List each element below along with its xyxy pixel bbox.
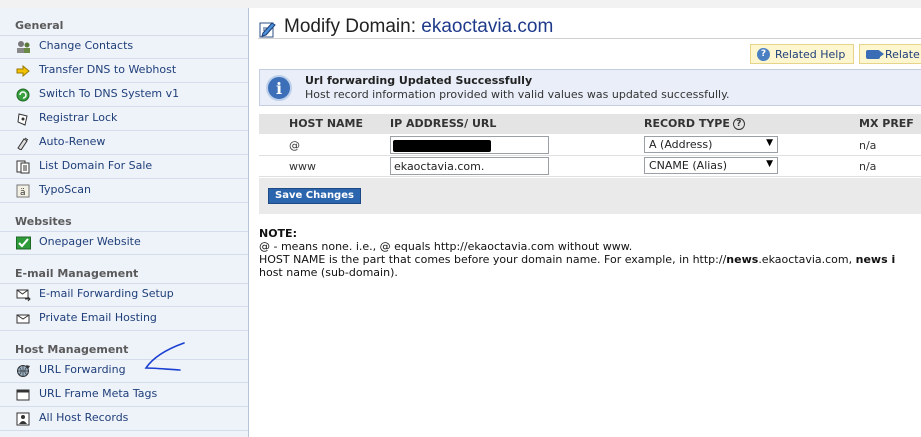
lock-icon bbox=[15, 112, 31, 126]
note-bold: news bbox=[726, 253, 759, 266]
table-row: www ekaoctavia.com. CNAME (Alias) ▼ n/a bbox=[259, 156, 921, 177]
annotation-arrow-icon bbox=[144, 342, 185, 371]
sidebar-item-label: E-mail Forwarding Setup bbox=[39, 287, 174, 300]
sidebar-item-label: Onepager Website bbox=[39, 235, 141, 248]
sidebar-item-label: Private Email Hosting bbox=[39, 311, 157, 324]
note-text: .ekaoctavia.com, bbox=[758, 253, 856, 266]
video-icon bbox=[866, 49, 884, 59]
related-help-label: Related Help bbox=[775, 47, 846, 61]
records-icon bbox=[15, 412, 31, 426]
dropdown-arrow-icon: ▼ bbox=[766, 159, 773, 169]
typoscan-icon: ä bbox=[15, 184, 31, 198]
sidebar-item-url-frame-meta[interactable]: URL Frame Meta Tags bbox=[0, 383, 248, 407]
col-host-name: HOST NAME bbox=[289, 117, 363, 130]
alert-title: Url forwarding Updated Successfully bbox=[305, 74, 533, 87]
info-icon: i bbox=[266, 75, 292, 101]
sidebar-item-label: Registrar Lock bbox=[39, 111, 118, 124]
frame-icon bbox=[15, 388, 31, 402]
note-text: HOST NAME is the part that comes before … bbox=[259, 253, 727, 266]
mx-pref-cell: n/a bbox=[859, 160, 877, 173]
ip-address-input[interactable] bbox=[390, 136, 549, 154]
sidebar-item-change-contacts[interactable]: Change Contacts bbox=[0, 35, 248, 59]
note-line: @ - means none. i.e., @ equals http://ek… bbox=[259, 240, 633, 253]
renew-icon bbox=[15, 136, 31, 150]
main-content: Modify Domain: ekaoctavia.com ? Related … bbox=[250, 8, 921, 437]
section-title-general: General bbox=[15, 19, 64, 32]
sidebar-item-label: Auto-Renew bbox=[39, 135, 106, 148]
ip-address-input[interactable]: ekaoctavia.com. bbox=[390, 157, 549, 175]
sidebar-item-label: Transfer DNS to Webhost bbox=[39, 63, 177, 76]
records-table-header: HOST NAME IP ADDRESS/ URL RECORD TYPE? M… bbox=[259, 114, 921, 134]
sidebar-item-typoscan[interactable]: ä TypoScan bbox=[0, 179, 248, 203]
sidebar-item-list-for-sale[interactable]: List Domain For Sale bbox=[0, 155, 248, 179]
sidebar-item-all-host-records[interactable]: All Host Records bbox=[0, 407, 248, 431]
sidebar-item-url-forwarding[interactable]: URL Forwarding bbox=[0, 359, 248, 383]
note-line: host name (sub-domain). bbox=[259, 266, 398, 279]
sidebar-item-switch-dns[interactable]: Switch To DNS System v1 bbox=[0, 83, 248, 107]
switch-icon bbox=[15, 88, 31, 102]
note-bold: news i bbox=[855, 253, 896, 266]
sidebar-item-label: List Domain For Sale bbox=[39, 159, 153, 172]
host-name-cell: www bbox=[289, 160, 316, 173]
save-bar: Save Changes bbox=[259, 178, 921, 214]
section-title-websites: Websites bbox=[15, 215, 72, 228]
page-title: Modify Domain: ekaoctavia.com bbox=[284, 16, 553, 38]
title-prefix: Modify Domain: bbox=[284, 16, 422, 37]
sidebar-item-label: URL Forwarding bbox=[39, 363, 126, 376]
related-video-button[interactable]: Relate bbox=[859, 44, 921, 64]
dropdown-arrow-icon: ▼ bbox=[766, 138, 773, 148]
sidebar: General Change Contacts Transfer DNS to … bbox=[0, 8, 249, 437]
table-row: @ A (Address) ▼ n/a bbox=[259, 135, 921, 156]
sidebar-item-label: All Host Records bbox=[39, 411, 129, 424]
col-record-type: RECORD TYPE? bbox=[644, 117, 745, 130]
sidebar-item-transfer-dns[interactable]: Transfer DNS to Webhost bbox=[0, 59, 248, 83]
sidebar-item-private-email[interactable]: Private Email Hosting bbox=[0, 307, 248, 331]
ip-address-value: ekaoctavia.com. bbox=[394, 160, 485, 173]
redaction-bar bbox=[393, 140, 491, 152]
section-title-email: E-mail Management bbox=[15, 267, 139, 280]
envelope-icon bbox=[15, 312, 31, 326]
note-line: HOST NAME is the part that comes before … bbox=[259, 253, 895, 266]
sale-icon bbox=[15, 160, 31, 174]
top-strip bbox=[0, 0, 921, 8]
sidebar-item-auto-renew[interactable]: Auto-Renew bbox=[0, 131, 248, 155]
title-divider bbox=[258, 38, 921, 39]
record-type-value: CNAME (Alias) bbox=[649, 159, 728, 172]
checkmark-icon bbox=[15, 236, 31, 250]
domain-name: ekaoctavia.com bbox=[421, 16, 554, 37]
sidebar-item-onepager[interactable]: Onepager Website bbox=[0, 231, 248, 255]
email-forward-icon bbox=[15, 288, 31, 302]
sidebar-item-email-forwarding[interactable]: E-mail Forwarding Setup bbox=[0, 283, 248, 307]
record-type-value: A (Address) bbox=[649, 138, 713, 151]
col-mx-pref: MX PREF bbox=[859, 117, 914, 130]
related-help-button[interactable]: ? Related Help bbox=[750, 44, 854, 64]
sidebar-item-label: Change Contacts bbox=[39, 39, 134, 52]
edit-domain-icon bbox=[259, 22, 276, 38]
page: General Change Contacts Transfer DNS to … bbox=[0, 0, 921, 437]
mx-pref-cell: n/a bbox=[859, 139, 877, 152]
sidebar-item-label: Switch To DNS System v1 bbox=[39, 87, 180, 100]
svg-text:ä: ä bbox=[20, 188, 26, 198]
alert-message: Host record information provided with va… bbox=[305, 88, 730, 101]
globe-icon bbox=[15, 364, 31, 378]
record-type-select[interactable]: CNAME (Alias) ▼ bbox=[644, 157, 778, 174]
question-icon[interactable]: ? bbox=[732, 118, 745, 130]
sidebar-item-label: TypoScan bbox=[39, 183, 91, 196]
success-alert: i Url forwarding Updated Successfully Ho… bbox=[259, 69, 921, 106]
section-title-host: Host Management bbox=[15, 343, 129, 356]
save-changes-button[interactable]: Save Changes bbox=[268, 188, 361, 204]
note-block: NOTE: @ - means none. i.e., @ equals htt… bbox=[259, 227, 895, 279]
record-type-select[interactable]: A (Address) ▼ bbox=[644, 136, 778, 153]
contacts-icon bbox=[15, 40, 31, 54]
related-video-label: Relate bbox=[885, 47, 920, 61]
help-icon: ? bbox=[757, 47, 770, 61]
record-type-label: RECORD TYPE bbox=[644, 117, 730, 130]
sidebar-item-registrar-lock[interactable]: Registrar Lock bbox=[0, 107, 248, 131]
col-ip-address: IP ADDRESS/ URL bbox=[390, 117, 497, 130]
note-heading: NOTE: bbox=[259, 227, 297, 240]
host-name-cell: @ bbox=[289, 139, 300, 152]
sidebar-item-label: URL Frame Meta Tags bbox=[39, 387, 158, 400]
arrow-icon bbox=[15, 64, 31, 78]
